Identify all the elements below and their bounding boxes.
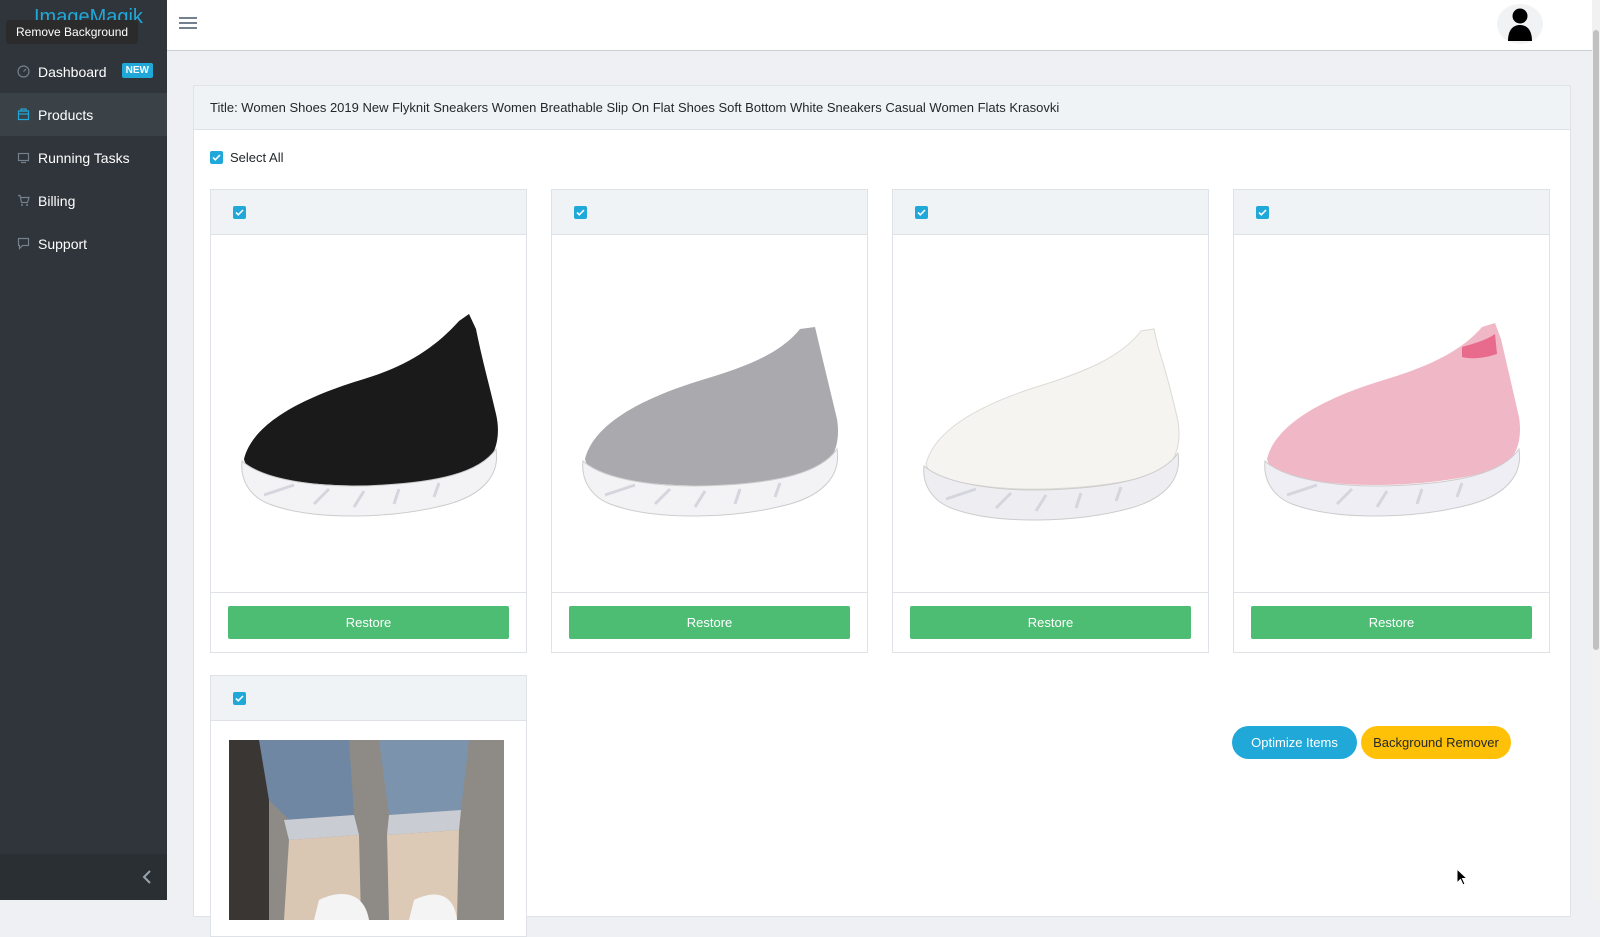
product-image-feet-photo — [229, 740, 504, 920]
item-header — [893, 190, 1208, 235]
page-scrollbar[interactable] — [1592, 0, 1600, 900]
check-icon — [235, 209, 244, 216]
restore-button[interactable]: Restore — [569, 606, 850, 639]
new-badge: NEW — [121, 63, 153, 78]
restore-button[interactable]: Restore — [1251, 606, 1532, 639]
monitor-icon — [16, 151, 30, 165]
user-icon — [1508, 8, 1532, 41]
sidebar-item-label: Running Tasks — [38, 149, 130, 166]
check-icon — [1258, 209, 1267, 216]
item-checkbox[interactable] — [574, 206, 587, 219]
item-checkbox[interactable] — [1256, 206, 1269, 219]
select-all[interactable]: Select All — [210, 150, 283, 165]
brand: ImageMagik Remove Background — [0, 0, 167, 50]
sidebar-item-label: Dashboard — [38, 63, 107, 80]
sidebar-item-label: Products — [38, 106, 94, 123]
product-image-white-sneaker — [893, 235, 1208, 593]
product-title: Title: Women Shoes 2019 New Flyknit Snea… — [194, 86, 1570, 130]
sidebar-item-label: Billing — [38, 192, 76, 209]
product-image-pink-sneaker — [1234, 235, 1549, 593]
image-item: Restore — [210, 189, 527, 653]
check-icon — [235, 695, 244, 702]
item-footer: Restore — [893, 593, 1208, 652]
sidebar-item-billing[interactable]: Billing — [0, 179, 167, 222]
item-header — [211, 676, 526, 721]
sidebar-footer — [0, 854, 167, 900]
top-header — [167, 0, 1600, 51]
check-icon — [576, 209, 585, 216]
sidebar-item-label: Support — [38, 235, 88, 252]
sidebar-item-dashboard[interactable]: Dashboard NEW — [0, 50, 167, 93]
item-header — [1234, 190, 1549, 235]
mouse-cursor-icon — [1456, 867, 1469, 891]
image-item — [210, 675, 527, 937]
image-item: Restore — [551, 189, 868, 653]
chat-icon — [16, 237, 30, 251]
item-header — [211, 190, 526, 235]
item-checkbox[interactable] — [915, 206, 928, 219]
item-footer: Restore — [552, 593, 867, 652]
image-item: Restore — [1233, 189, 1550, 653]
sidebar-item-support[interactable]: Support — [0, 222, 167, 265]
product-image-black-sneaker — [211, 235, 526, 593]
sidebar-collapse-button[interactable] — [127, 854, 167, 900]
check-icon — [212, 154, 221, 161]
sidebar-item-running-tasks[interactable]: Running Tasks — [0, 136, 167, 179]
product-card: Title: Women Shoes 2019 New Flyknit Snea… — [193, 85, 1571, 937]
background-remover-button[interactable]: Background Remover — [1361, 726, 1511, 759]
item-checkbox[interactable] — [233, 206, 246, 219]
cart-icon — [16, 194, 30, 208]
restore-button[interactable]: Restore — [910, 606, 1191, 639]
select-all-checkbox[interactable] — [210, 151, 223, 164]
item-footer: Restore — [1234, 593, 1549, 652]
tooltip: Remove Background — [6, 20, 139, 44]
sidebar-item-products[interactable]: Products — [0, 93, 167, 136]
hamburger-icon[interactable] — [179, 14, 197, 32]
item-checkbox[interactable] — [233, 692, 246, 705]
product-image-grey-sneaker — [552, 235, 867, 593]
item-footer: Restore — [211, 593, 526, 652]
speedometer-icon — [16, 65, 30, 79]
optimize-items-button[interactable]: Optimize Items — [1232, 726, 1357, 759]
sidebar: ImageMagik Remove Background Dashboard N… — [0, 0, 167, 900]
chevron-left-icon — [142, 870, 151, 884]
select-all-label: Select All — [230, 150, 284, 165]
image-item: Restore — [892, 189, 1209, 653]
scrollbar-thumb[interactable] — [1593, 30, 1599, 650]
item-header — [552, 190, 867, 235]
box-icon — [16, 108, 30, 122]
restore-button[interactable]: Restore — [228, 606, 509, 639]
user-avatar[interactable] — [1497, 4, 1543, 44]
check-icon — [917, 209, 926, 216]
